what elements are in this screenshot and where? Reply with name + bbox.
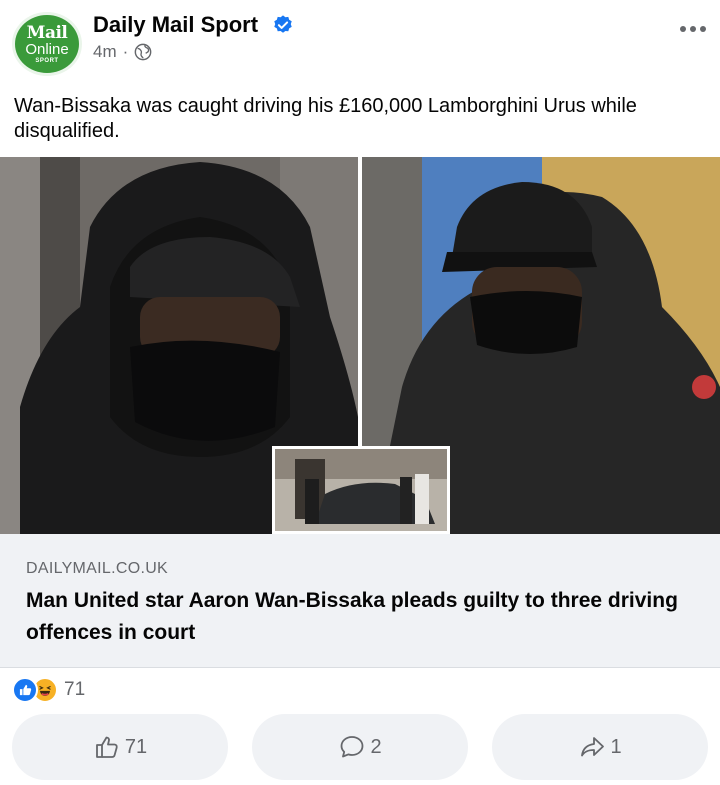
post-timestamp[interactable]: 4m: [93, 42, 117, 62]
link-preview-image[interactable]: [0, 157, 720, 534]
like-button[interactable]: 71: [12, 714, 228, 780]
more-options-button[interactable]: [676, 20, 710, 38]
logo-text-online: Online: [25, 40, 69, 58]
reactions-summary[interactable]: 71: [12, 676, 85, 704]
share-count: 1: [610, 735, 622, 758]
share-arrow-icon: [581, 737, 605, 757]
like-count: 71: [124, 735, 148, 758]
logo-text-sport: SPORT: [35, 57, 59, 64]
more-dot: [690, 26, 696, 32]
link-headline: Man United star Aaron Wan-Bissaka pleads…: [26, 589, 678, 644]
link-domain: DAILYMAIL.CO.UK: [26, 560, 169, 577]
page-avatar[interactable]: Mail Online SPORT: [12, 12, 82, 76]
like-reaction-icon: [12, 677, 38, 703]
post-header: Mail Online SPORT Daily Mail Sport 4m ·: [0, 0, 720, 86]
post-actions: 71 2 1: [0, 714, 720, 780]
link-preview-card[interactable]: DAILYMAIL.CO.UK Man United star Aaron Wa…: [0, 534, 720, 668]
comment-button[interactable]: 2: [252, 714, 468, 780]
post-caption: Wan-Bissaka was caught driving his £160,…: [14, 95, 637, 142]
post-meta: 4m ·: [93, 42, 152, 62]
globe-icon: [134, 43, 152, 61]
share-button[interactable]: 1: [492, 714, 708, 780]
comment-count: 2: [370, 735, 382, 758]
thumbs-up-icon: [95, 736, 118, 758]
verified-badge-icon: [274, 15, 292, 33]
more-dot: [680, 26, 686, 32]
page-name-link[interactable]: Daily Mail Sport: [93, 12, 258, 38]
more-dot: [700, 26, 706, 32]
reaction-count: 71: [64, 679, 86, 700]
meta-separator: ·: [122, 42, 129, 61]
comment-bubble-icon: [341, 736, 364, 758]
photo-inset-car: [272, 446, 450, 534]
logo-text-mail: Mail: [26, 22, 68, 43]
